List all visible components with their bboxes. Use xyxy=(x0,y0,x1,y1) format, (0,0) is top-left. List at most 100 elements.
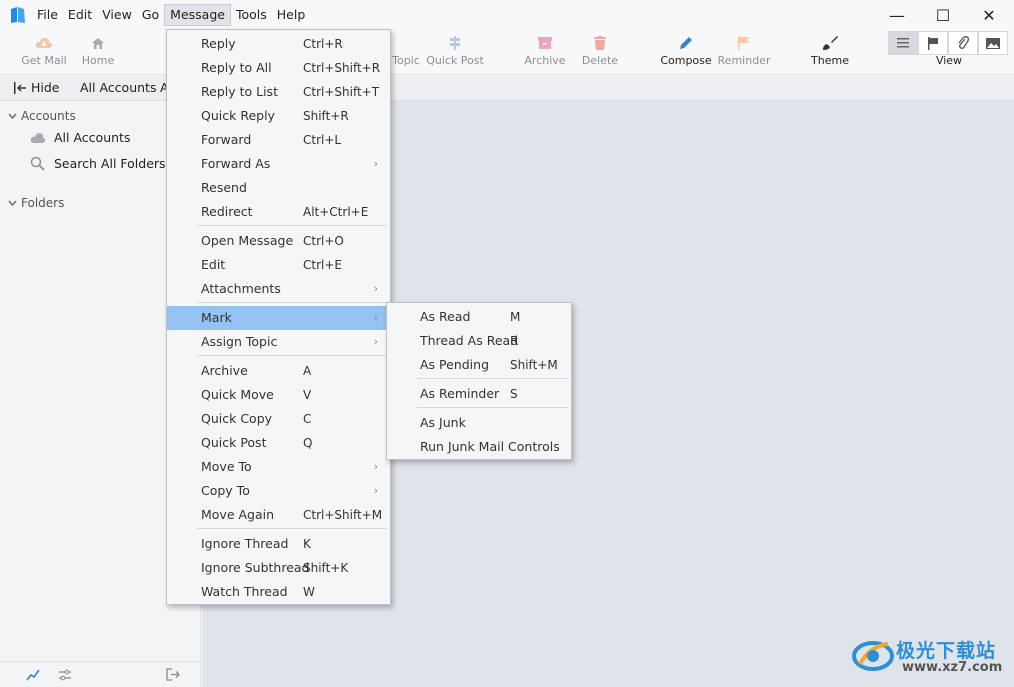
menu-file[interactable]: File xyxy=(32,4,63,26)
list-icon xyxy=(897,38,909,48)
menu-item-reply-to-all[interactable]: Reply to All Ctrl+Shift+R xyxy=(167,56,390,80)
home-icon xyxy=(92,37,104,49)
get-mail-button[interactable]: Get Mail xyxy=(18,32,70,72)
mark-submenu: As Read M Thread As Read R As Pending Shift+M… xyxy=(386,302,572,460)
menu-item-label: Move Again xyxy=(201,507,275,522)
menu-item-label: Redirect xyxy=(201,204,253,219)
menu-item-edit[interactable]: Edit Ctrl+E xyxy=(167,253,390,277)
menu-item-copy-to[interactable]: Copy To › xyxy=(167,479,390,503)
menu-help[interactable]: Help xyxy=(272,4,311,26)
menu-item-shortcut: W xyxy=(303,585,315,599)
watermark-logo-icon xyxy=(852,641,894,671)
menu-item-open-message[interactable]: Open Message Ctrl+O xyxy=(167,229,390,253)
menu-message[interactable]: Message xyxy=(164,4,231,26)
menu-item-shortcut: A xyxy=(303,364,312,378)
view-flag-button[interactable] xyxy=(918,31,948,55)
menu-item-redirect[interactable]: Redirect Alt+Ctrl+E xyxy=(167,200,390,224)
menu-item-watch-thread[interactable]: Watch Thread W xyxy=(167,580,390,604)
theme-button[interactable]: Theme xyxy=(808,32,852,72)
menu-item-ignore-thread[interactable]: Ignore Thread K xyxy=(167,532,390,556)
menu-edit[interactable]: Edit xyxy=(63,4,97,26)
logout-icon[interactable] xyxy=(166,668,180,681)
menu-item-quick-copy[interactable]: Quick Copy C xyxy=(167,407,390,431)
chevron-down-icon xyxy=(8,113,17,119)
menu-item-archive[interactable]: Archive A xyxy=(167,359,390,383)
menu-view[interactable]: View xyxy=(97,4,137,26)
sidebar-item-search-all-folders[interactable]: Search All Folders xyxy=(30,156,166,171)
all-accounts-label: All Accounts xyxy=(54,130,131,145)
activity-icon[interactable] xyxy=(26,669,40,681)
chevron-right-icon: › xyxy=(373,484,378,497)
delete-button[interactable]: Delete xyxy=(580,32,620,72)
menu-item-label: Archive xyxy=(201,363,248,378)
view-list-button[interactable] xyxy=(888,31,918,55)
menu-item-thread-as-read[interactable]: Thread As Read R xyxy=(387,329,571,353)
menu-item-shortcut: S xyxy=(510,387,518,401)
menu-item-label: Forward xyxy=(201,132,252,147)
reminder-button[interactable]: Reminder xyxy=(716,32,772,72)
folders-section-header[interactable]: Folders xyxy=(8,196,64,210)
menu-item-run-junk-mail-controls[interactable]: Run Junk Mail Controls xyxy=(387,435,571,459)
menu-item-reply[interactable]: Reply Ctrl+R xyxy=(167,32,390,56)
menu-item-label: Edit xyxy=(201,257,226,272)
menu-item-shortcut: Ctrl+Shift+M xyxy=(303,508,383,522)
search-all-folders-label: Search All Folders xyxy=(54,156,166,171)
menu-tools[interactable]: Tools xyxy=(231,4,272,26)
menu-item-quick-post[interactable]: Quick Post Q xyxy=(167,431,390,455)
search-icon xyxy=(30,156,45,171)
menu-item-assign-topic[interactable]: Assign Topic › xyxy=(167,330,390,354)
collapse-left-icon xyxy=(14,81,26,94)
menu-separator xyxy=(417,378,569,379)
sliders-icon[interactable] xyxy=(58,669,72,681)
menu-item-quick-move[interactable]: Quick Move V xyxy=(167,383,390,407)
menu-item-label: Quick Copy xyxy=(201,411,273,426)
quick-post-button[interactable]: Quick Post xyxy=(426,32,484,72)
compose-button[interactable]: Compose xyxy=(660,32,712,72)
home-button[interactable]: Home xyxy=(78,32,118,72)
archive-button[interactable]: Archive xyxy=(522,32,568,72)
menu-item-shortcut: Ctrl+L xyxy=(303,133,342,147)
menu-item-as-pending[interactable]: As Pending Shift+M xyxy=(387,353,571,377)
flag-icon xyxy=(927,36,938,50)
menu-item-label: Reply xyxy=(201,36,236,51)
close-button[interactable]: ✕ xyxy=(966,0,1012,30)
menu-item-label: Mark xyxy=(201,310,232,325)
menu-go[interactable]: Go xyxy=(137,4,164,26)
menu-item-move-again[interactable]: Move Again Ctrl+Shift+M xyxy=(167,503,390,527)
menu-item-forward[interactable]: Forward Ctrl+L xyxy=(167,128,390,152)
menu-item-forward-as[interactable]: Forward As › xyxy=(167,152,390,176)
menu-item-attachments[interactable]: Attachments › xyxy=(167,277,390,301)
menu-item-shortcut: M xyxy=(510,310,521,324)
pencil-icon xyxy=(680,37,692,49)
watermark-brand: 极光下载站 xyxy=(896,640,997,662)
minimize-button[interactable]: — xyxy=(874,0,920,30)
menu-item-as-read[interactable]: As Read M xyxy=(387,305,571,329)
menu-item-label: As Pending xyxy=(420,357,490,372)
topic-button[interactable]: Topic xyxy=(391,32,421,72)
menu-item-as-reminder[interactable]: As Reminder S xyxy=(387,382,571,406)
menu-item-quick-reply[interactable]: Quick Reply Shift+R xyxy=(167,104,390,128)
hide-sidebar-button[interactable]: Hide xyxy=(14,80,60,95)
menu-item-shortcut: V xyxy=(303,388,312,402)
menu-item-move-to[interactable]: Move To › xyxy=(167,455,390,479)
cloud-icon xyxy=(30,132,46,143)
archive-box-icon xyxy=(538,37,552,49)
menu-separator xyxy=(197,355,387,356)
image-icon xyxy=(986,37,1000,49)
menu-item-resend[interactable]: Resend xyxy=(167,176,390,200)
compose-label: Compose xyxy=(660,54,712,67)
menu-item-as-junk[interactable]: As Junk xyxy=(387,411,571,435)
menu-item-ignore-subthread[interactable]: Ignore Subthread Shift+K xyxy=(167,556,390,580)
menu-item-reply-to-list[interactable]: Reply to List Ctrl+Shift+T xyxy=(167,80,390,104)
accounts-section-header[interactable]: Accounts xyxy=(8,109,76,123)
tab-all-accounts[interactable]: All Accounts xyxy=(80,80,156,95)
menu-item-label: As Junk xyxy=(420,415,466,430)
menu-item-label: Watch Thread xyxy=(201,584,288,599)
menu-item-mark[interactable]: Mark › xyxy=(167,306,390,330)
maximize-button[interactable]: ☐ xyxy=(920,0,966,30)
watermark: 极光下载站 www.xz7.com xyxy=(852,636,1007,678)
paperclip-icon xyxy=(958,36,969,49)
view-image-button[interactable] xyxy=(978,31,1008,55)
view-attachment-button[interactable] xyxy=(948,31,978,55)
sidebar-item-all-accounts[interactable]: All Accounts xyxy=(30,130,130,145)
